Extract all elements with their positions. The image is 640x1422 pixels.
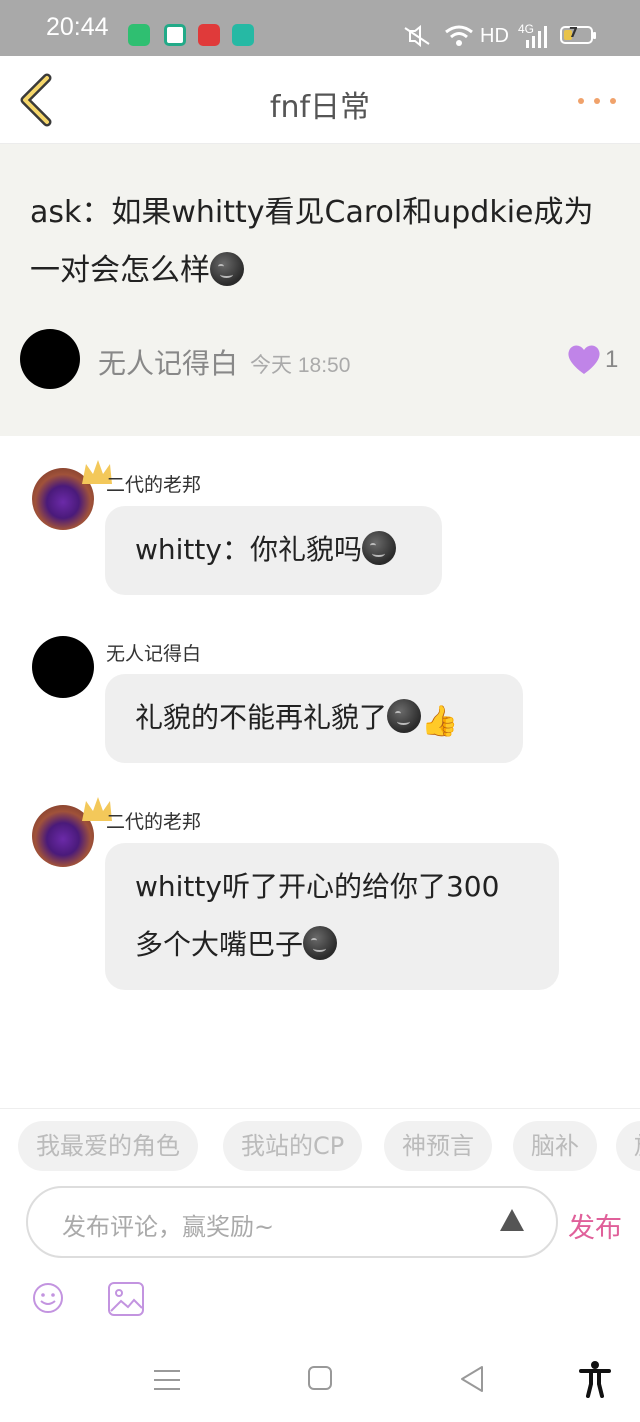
system-nav-bar: [0, 1352, 640, 1422]
commenter-name[interactable]: 无人记得白: [106, 639, 201, 666]
tag-chip[interactable]: 神预言: [384, 1121, 492, 1171]
author-name[interactable]: 无人记得白: [98, 342, 238, 382]
heart-icon: [568, 345, 600, 374]
tag-chip[interactable]: 脑补: [513, 1121, 597, 1171]
post-text: ask：如果whitty看见Carol和updkie成为一对会怎么样: [30, 195, 594, 288]
page-title: fnf日常: [269, 90, 371, 125]
emoji-picker-icon[interactable]: [32, 1282, 64, 1314]
status-time: 20:44: [46, 13, 109, 41]
green-app-icon: [128, 24, 150, 46]
battery-level: 7: [569, 26, 579, 41]
comment-bubble: whitty：你礼貌吗: [105, 506, 442, 595]
commenter-avatar[interactable]: [32, 797, 112, 867]
like-button[interactable]: [566, 342, 602, 376]
tag-chip[interactable]: 放: [616, 1121, 640, 1171]
tag-suggestions: 我最爱的角色 我站的CP 神预言 脑补 放: [0, 1121, 640, 1171]
commenter-name[interactable]: 二代的老邦: [106, 807, 201, 834]
commenter-avatar[interactable]: [32, 460, 112, 530]
signal-icon: [526, 26, 547, 48]
comment-bubble: 礼貌的不能再礼貌了 👍: [105, 674, 523, 763]
smirk-emoji-icon: [387, 699, 422, 733]
comment-text: 礼貌的不能再礼貌了: [135, 701, 388, 734]
comment-bubble: whitty听了开心的给你了300 多个大嘴巴子: [105, 843, 559, 990]
comment-text-line-1: whitty听了开心的给你了300: [135, 870, 500, 903]
publish-button[interactable]: 发布: [568, 1206, 622, 1245]
status-bar: 20:44 HD 4G 7: [0, 0, 640, 56]
network-label: HD: [480, 25, 509, 47]
accessibility-icon[interactable]: [578, 1360, 612, 1398]
comment-input[interactable]: 发布评论，赢奖励~: [26, 1186, 558, 1258]
comment-text: whitty：你礼貌吗: [135, 533, 362, 566]
back-triangle-icon[interactable]: [458, 1364, 486, 1394]
more-options-button[interactable]: [572, 88, 622, 112]
mute-icon: [404, 25, 430, 47]
more-dots-icon: [578, 98, 584, 104]
commenter-name[interactable]: 二代的老邦: [106, 470, 201, 497]
top-bar: fnf日常: [0, 56, 640, 144]
video-app-icon: [164, 24, 186, 46]
smirk-emoji-icon: [210, 252, 244, 286]
post-timestamp: 今天 18:50: [250, 354, 351, 377]
send-arrow-icon[interactable]: [500, 1209, 524, 1231]
battery-icon: 7: [560, 26, 596, 44]
comment-placeholder: 发布评论，赢奖励~: [62, 1213, 275, 1241]
like-count: 1: [605, 346, 619, 373]
home-button[interactable]: [308, 1366, 332, 1390]
comment-text-line-2: 多个大嘴巴子: [135, 916, 529, 974]
post-card: ask：如果whitty看见Carol和updkie成为一对会怎么样 无人记得白…: [0, 144, 640, 436]
tag-chip[interactable]: 我站的CP: [223, 1121, 363, 1171]
smirk-emoji-icon: [303, 926, 338, 960]
teal-app-icon: [232, 24, 254, 46]
smirk-emoji-icon: [361, 531, 396, 565]
recent-apps-button[interactable]: [154, 1368, 180, 1392]
image-picker-icon[interactable]: [107, 1281, 145, 1317]
author-avatar[interactable]: [20, 329, 80, 389]
music-app-icon: [198, 24, 220, 46]
post-body: ask：如果whitty看见Carol和updkie成为一对会怎么样: [30, 184, 620, 300]
commenter-avatar[interactable]: [32, 636, 94, 698]
tag-chip[interactable]: 我最爱的角色: [18, 1121, 198, 1171]
wifi-icon: [445, 25, 473, 46]
thumbs-up-emoji-icon: 👍: [421, 704, 459, 739]
